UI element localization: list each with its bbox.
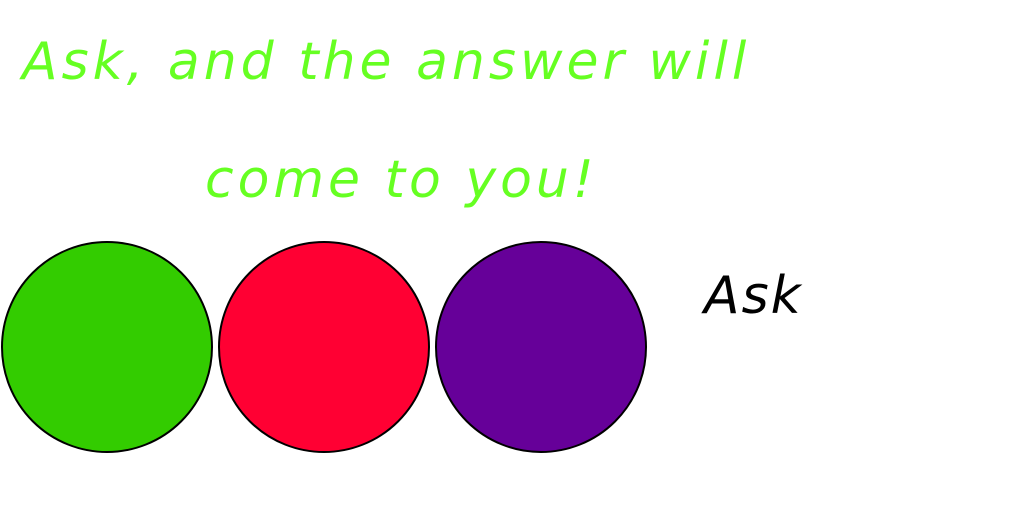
purple-circle-button[interactable] — [435, 241, 647, 453]
ask-button[interactable]: Ask — [704, 270, 803, 322]
green-circle-button[interactable] — [1, 241, 213, 453]
heading-line-2: come to you! — [205, 150, 598, 210]
red-circle-button[interactable] — [218, 241, 430, 453]
heading-line-1: Ask, and the answer will — [22, 32, 751, 92]
